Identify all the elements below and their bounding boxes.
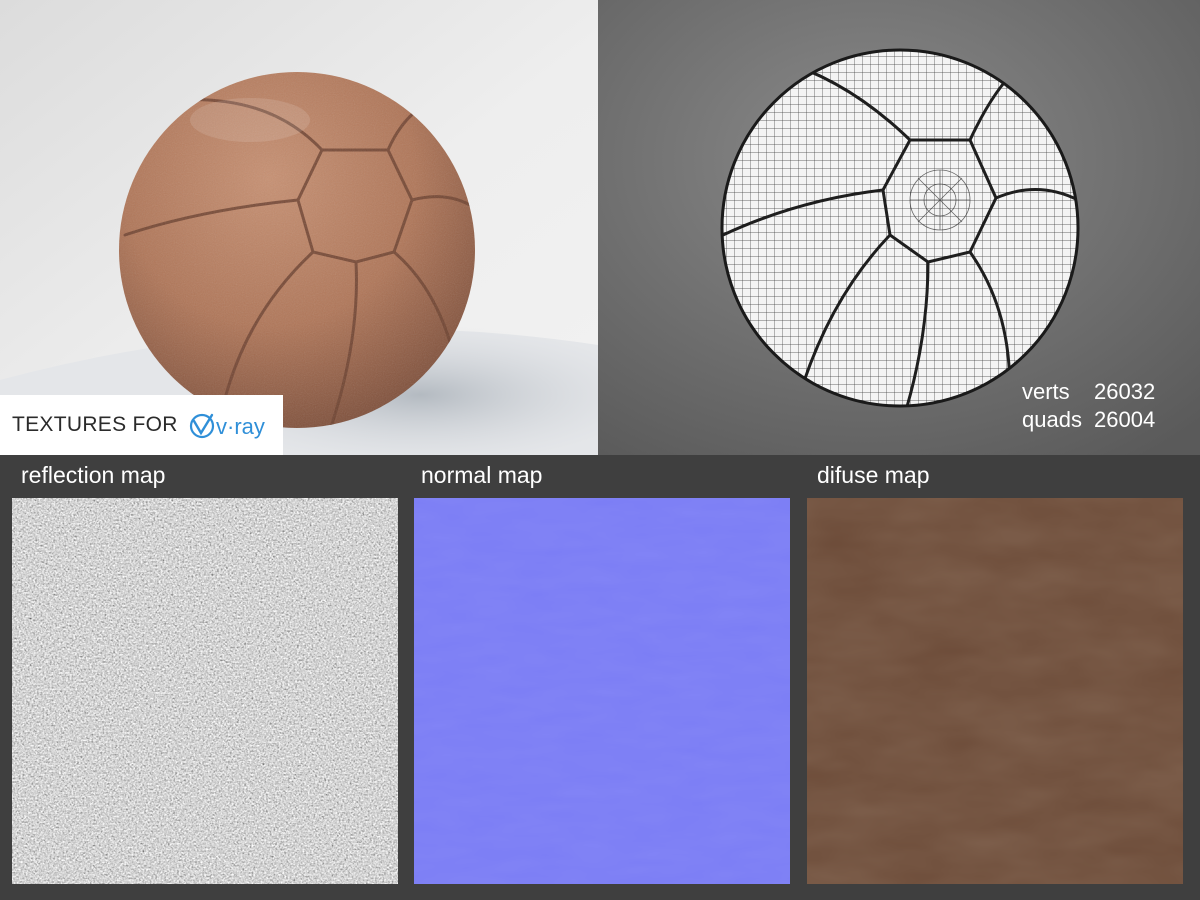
verts-row: verts 26032 [1022,378,1155,406]
badge-text: TEXTURES FOR [12,413,178,436]
reflection-map-label: reflection map [21,462,166,488]
render-preview: TEXTURES FOR v·ray [0,0,598,455]
vray-logo-text: v·ray [216,414,265,439]
normal-map-texture [414,498,790,884]
diffuse-map-texture [807,498,1183,884]
normal-map-label: normal map [421,462,543,488]
vray-badge: TEXTURES FOR v·ray [0,395,283,455]
diffuse-map-label: difuse map [817,462,930,488]
quads-label: quads [1022,407,1082,432]
vray-logo-icon: v·ray [189,413,265,439]
verts-label: verts [1022,379,1070,404]
leather-ball-render [0,0,598,455]
reflection-map-texture [12,498,398,884]
quads-value: 26004 [1094,407,1156,432]
verts-value: 26032 [1094,379,1156,404]
quads-row: quads 26004 [1022,406,1155,434]
wireframe-preview: verts 26032 quads 26004 [598,0,1200,455]
mesh-stats: verts 26032 quads 26004 [1022,378,1155,434]
